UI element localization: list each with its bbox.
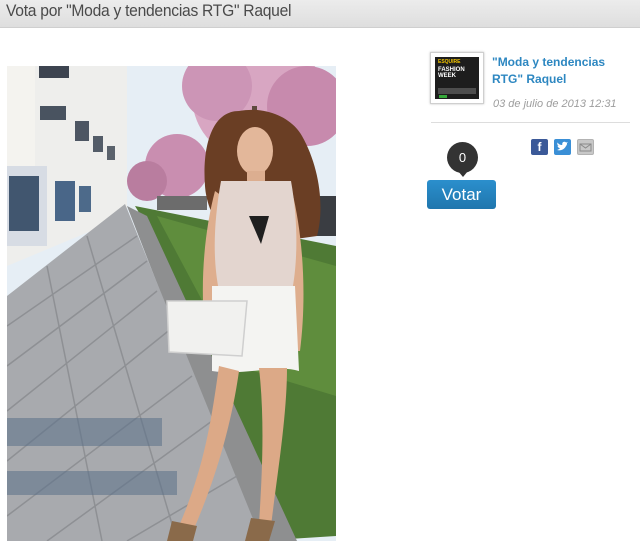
vote-count-pointer [458, 171, 468, 177]
twitter-bird-glyph [557, 141, 568, 151]
email-icon[interactable] [577, 139, 594, 155]
thumbnail-image: ESQUIRE FASHION WEEK [435, 57, 479, 99]
facebook-icon[interactable]: f [531, 139, 548, 155]
email-envelope-glyph [579, 143, 592, 152]
thumbnail-logo [439, 95, 447, 98]
contest-photo [7, 66, 336, 541]
post-thumbnail[interactable]: ESQUIRE FASHION WEEK [430, 52, 484, 104]
thumbnail-bar [438, 88, 476, 94]
vote-button[interactable]: Votar [427, 180, 496, 209]
page-title: Vota por "Moda y tendencias RTG" Raquel [6, 1, 292, 20]
page-header: Vota por "Moda y tendencias RTG" Raquel [0, 0, 640, 28]
divider [431, 122, 630, 123]
twitter-icon[interactable] [554, 139, 571, 155]
thumbnail-brand: ESQUIRE [438, 59, 461, 65]
thumbnail-event: FASHION WEEK [438, 67, 465, 79]
post-title-link[interactable]: "Moda y tendencias RTG" Raquel [492, 54, 632, 88]
vote-count-badge: 0 [447, 142, 478, 173]
post-date: 03 de julio de 2013 12:31 [493, 98, 617, 110]
